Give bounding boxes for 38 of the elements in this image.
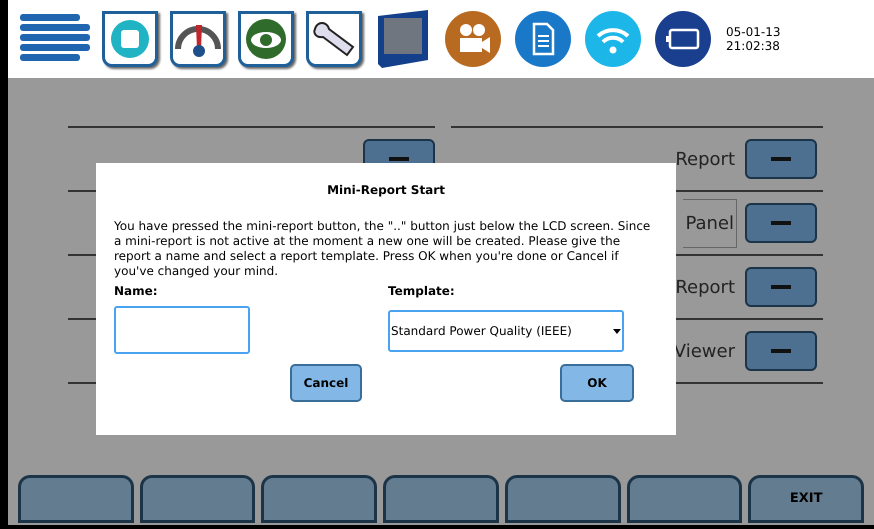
report-label: Report — [674, 276, 736, 300]
ok-button[interactable]: OK — [560, 364, 634, 402]
cancel-button[interactable]: Cancel — [290, 364, 362, 402]
minus-icon — [771, 157, 791, 161]
soft-key[interactable] — [626, 475, 742, 523]
document-icon[interactable] — [514, 10, 572, 68]
gauge-tab[interactable] — [170, 11, 226, 67]
name-label: Name: — [114, 283, 159, 300]
date-label: 05-01-13 — [726, 25, 780, 39]
soft-key[interactable] — [18, 475, 134, 523]
template-label: Template: — [388, 283, 456, 300]
video-camera-icon[interactable] — [444, 10, 502, 68]
name-field[interactable] — [114, 306, 250, 354]
report-label: Report — [674, 148, 736, 172]
wrench-icon — [311, 19, 357, 59]
wrench-tab[interactable] — [306, 11, 362, 67]
soft-key[interactable] — [261, 475, 378, 523]
minus-icon — [771, 349, 791, 353]
soft-key[interactable] — [140, 475, 256, 523]
soft-key[interactable] — [383, 475, 499, 523]
time-label: 21:02:38 — [726, 39, 780, 53]
soft-key[interactable] — [504, 475, 621, 523]
template-dropdown[interactable]: Standard Power Quality (IEEE) — [388, 310, 624, 352]
eye-icon — [245, 18, 287, 60]
minus-icon — [771, 221, 791, 225]
minus-icon — [389, 157, 409, 161]
soft-key[interactable]: EXIT — [748, 475, 864, 523]
report-label: Viewer — [672, 340, 736, 364]
battery-icon[interactable] — [654, 10, 712, 68]
report-label: Panel — [683, 198, 737, 248]
stop-icon — [110, 19, 150, 59]
dialog-title: Mini-Report Start — [327, 182, 445, 199]
dialog-message: You have pressed the mini-report button, the ".." button just below the LCD screen. Since a mini-report is not active at the moment a new one will be created. Please give the report a name and select a report template. Press OK when you're done or Cancel if you've changed your mind. — [114, 219, 652, 279]
dropdown-caret-icon — [613, 328, 621, 334]
minus-icon — [771, 285, 791, 289]
wifi-icon[interactable] — [584, 10, 642, 68]
stop-tab[interactable] — [102, 11, 158, 67]
eye-tab[interactable] — [238, 11, 294, 67]
